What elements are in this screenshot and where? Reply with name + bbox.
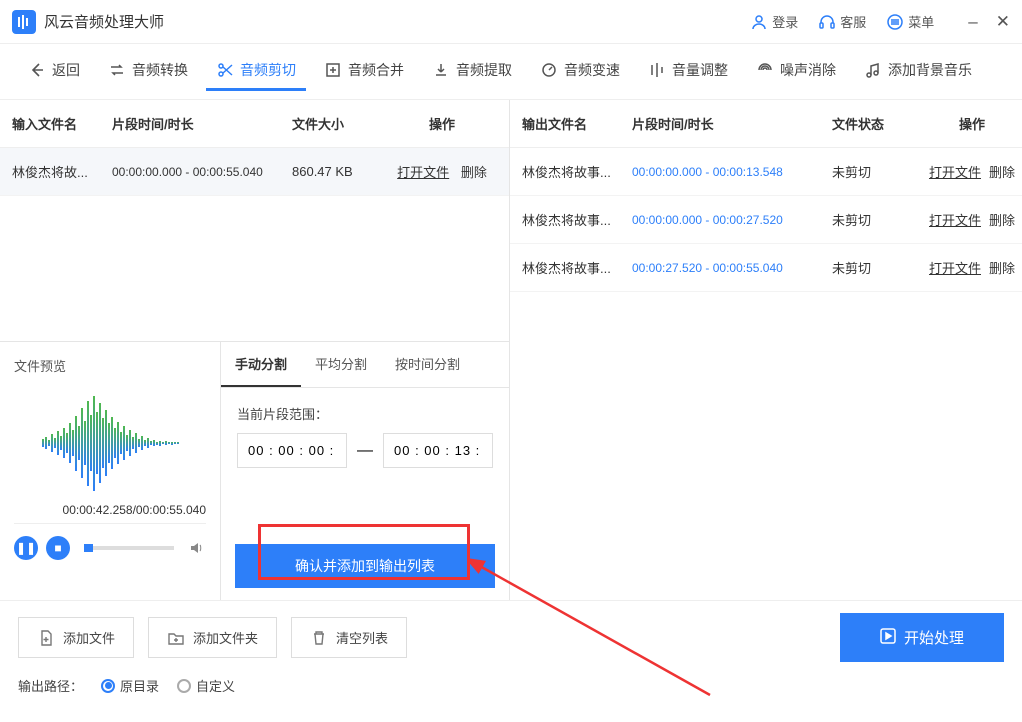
input-table-header: 输入文件名 片段时间/时长 文件大小 操作 xyxy=(0,100,509,148)
open-file-link[interactable]: 打开文件 xyxy=(397,165,449,180)
input-row[interactable]: 林俊杰将故... 00:00:00.000 - 00:00:55.040 860… xyxy=(0,148,509,196)
back-button[interactable]: 返回 xyxy=(18,52,90,91)
radio-source-dir[interactable]: 原目录 xyxy=(101,676,159,695)
tab-bgm[interactable]: 添加背景音乐 xyxy=(854,52,982,91)
noise-icon xyxy=(756,61,774,79)
service-button[interactable]: 客服 xyxy=(818,12,866,31)
confirm-add-button[interactable]: 确认并添加到输出列表 xyxy=(235,544,495,588)
delete-link[interactable]: 删除 xyxy=(989,261,1015,276)
add-folder-button[interactable]: 添加文件夹 xyxy=(148,617,277,658)
tab-cut[interactable]: 音频剪切 xyxy=(206,52,306,91)
delete-link[interactable]: 删除 xyxy=(989,213,1015,228)
open-file-link[interactable]: 打开文件 xyxy=(929,213,981,228)
play-icon xyxy=(880,628,896,648)
open-file-link[interactable]: 打开文件 xyxy=(929,165,981,180)
bottom-bar: 添加文件 添加文件夹 清空列表 开始处理 输出路径： 原目录 自定义 xyxy=(0,600,1022,707)
menu-icon xyxy=(886,13,904,31)
split-tab-manual[interactable]: 手动分割 xyxy=(221,342,301,387)
file-plus-icon xyxy=(37,629,55,647)
menu-button[interactable]: 菜单 xyxy=(886,12,934,31)
add-file-button[interactable]: 添加文件 xyxy=(18,617,134,658)
range-start-input[interactable] xyxy=(237,433,347,468)
headset-icon xyxy=(818,13,836,31)
start-process-button[interactable]: 开始处理 xyxy=(840,613,1004,662)
stop-button[interactable]: ■ xyxy=(46,536,70,560)
tab-extract[interactable]: 音频提取 xyxy=(422,52,522,91)
equalizer-icon xyxy=(648,61,666,79)
minimize-button[interactable]: – xyxy=(968,12,977,32)
tab-volume[interactable]: 音量调整 xyxy=(638,52,738,91)
split-tab-bytime[interactable]: 按时间分割 xyxy=(381,342,474,387)
delete-link[interactable]: 删除 xyxy=(989,165,1015,180)
speed-icon xyxy=(540,61,558,79)
trash-icon xyxy=(310,629,328,647)
main-toolbar: 返回 音频转换 音频剪切 音频合并 音频提取 音频变速 音量调整 噪声消除 添加… xyxy=(0,44,1022,100)
tab-speed[interactable]: 音频变速 xyxy=(530,52,630,91)
app-logo-icon xyxy=(12,10,36,34)
output-path-label: 输出路径： xyxy=(18,676,83,695)
music-icon xyxy=(864,61,882,79)
login-button[interactable]: 登录 xyxy=(750,12,798,31)
user-icon xyxy=(750,13,768,31)
tab-noise[interactable]: 噪声消除 xyxy=(746,52,846,91)
volume-icon[interactable] xyxy=(188,539,206,557)
split-tab-average[interactable]: 平均分割 xyxy=(301,342,381,387)
merge-icon xyxy=(324,61,342,79)
close-button[interactable]: ✕ xyxy=(996,12,1010,32)
open-file-link[interactable]: 打开文件 xyxy=(929,261,981,276)
folder-plus-icon xyxy=(167,629,185,647)
progress-slider[interactable] xyxy=(84,546,174,550)
waveform-display[interactable] xyxy=(14,383,206,503)
output-row[interactable]: 林俊杰将故事...00:00:27.520 - 00:00:55.040未剪切打… xyxy=(510,244,1022,292)
range-label: 当前片段范围： xyxy=(237,404,493,423)
output-table-header: 输出文件名 片段时间/时长 文件状态 操作 xyxy=(510,100,1022,148)
output-row[interactable]: 林俊杰将故事...00:00:00.000 - 00:00:13.548未剪切打… xyxy=(510,148,1022,196)
input-panel: 输入文件名 片段时间/时长 文件大小 操作 林俊杰将故... 00:00:00.… xyxy=(0,100,510,600)
title-bar: 风云音频处理大师 登录 客服 菜单 – ✕ xyxy=(0,0,1022,44)
app-title: 风云音频处理大师 xyxy=(44,11,750,32)
output-panel: 输出文件名 片段时间/时长 文件状态 操作 林俊杰将故事...00:00:00.… xyxy=(510,100,1022,600)
play-button[interactable]: ❚❚ xyxy=(14,536,38,560)
delete-link[interactable]: 删除 xyxy=(461,165,487,180)
convert-icon xyxy=(108,61,126,79)
extract-icon xyxy=(432,61,450,79)
range-end-input[interactable] xyxy=(383,433,493,468)
preview-title: 文件预览 xyxy=(14,356,206,375)
clear-list-button[interactable]: 清空列表 xyxy=(291,617,407,658)
tab-merge[interactable]: 音频合并 xyxy=(314,52,414,91)
arrow-left-icon xyxy=(28,61,46,79)
radio-custom-dir[interactable]: 自定义 xyxy=(177,676,235,695)
output-row[interactable]: 林俊杰将故事...00:00:00.000 - 00:00:27.520未剪切打… xyxy=(510,196,1022,244)
tab-convert[interactable]: 音频转换 xyxy=(98,52,198,91)
playback-time: 00:00:42.258/00:00:55.040 xyxy=(14,503,206,517)
scissors-icon xyxy=(216,61,234,79)
